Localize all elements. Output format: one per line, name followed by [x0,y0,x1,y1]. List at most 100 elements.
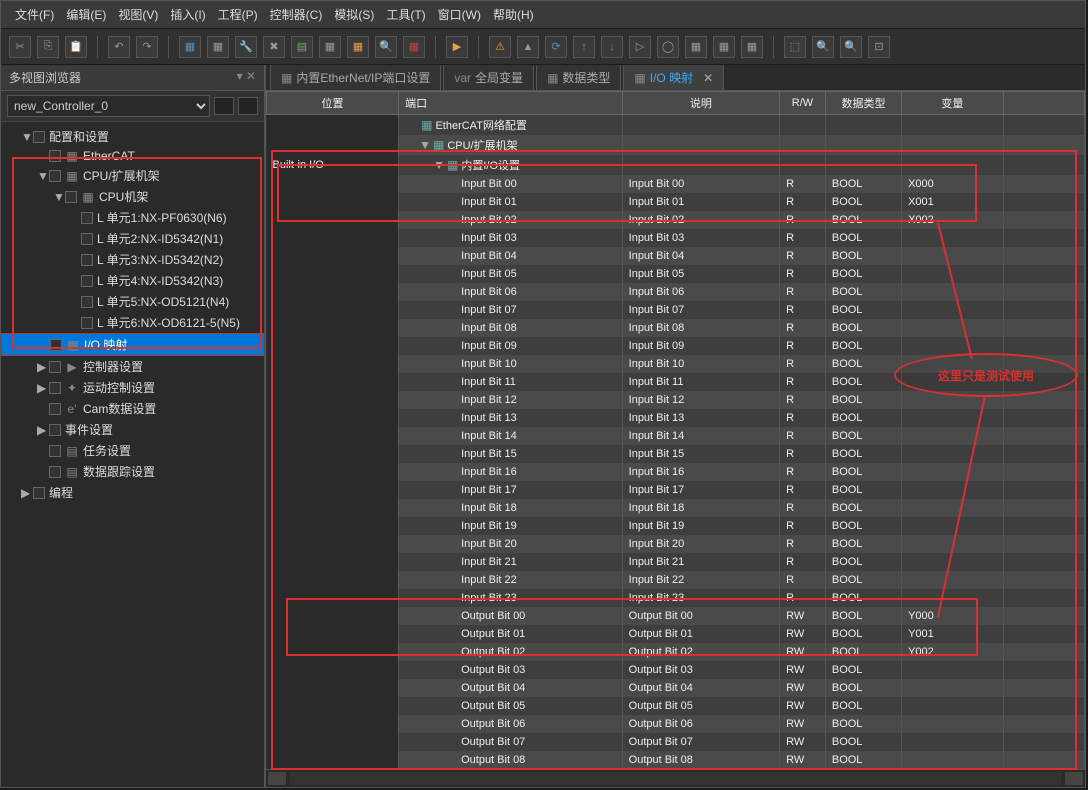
cell-var[interactable] [902,715,1004,733]
cell-port[interactable]: Output Bit 06 [399,715,623,733]
col-header-0[interactable]: 位置 [267,92,399,115]
cell-port[interactable]: Input Bit 08 [399,319,623,337]
tree-item-1[interactable]: ▦EtherCAT [1,147,264,165]
data-row-1[interactable]: Input Bit 01Input Bit 01RBOOLX001 [267,193,1085,211]
cell-port[interactable]: Input Bit 10 [399,355,623,373]
cell-port[interactable]: Output Bit 07 [399,733,623,751]
cut-icon[interactable]: ✂ [9,36,31,58]
data-row-24[interactable]: Output Bit 00Output Bit 00RWBOOLY000 [267,607,1085,625]
tool3-icon[interactable]: ✖ [263,36,285,58]
tool-icon[interactable]: ▦ [179,36,201,58]
menu-item-2[interactable]: 视图(V) [112,4,164,25]
cell-port[interactable]: Output Bit 01 [399,625,623,643]
scroll-right-btn[interactable] [1065,772,1083,785]
ctrl-icon-1[interactable] [214,97,234,115]
data-row-32[interactable]: Output Bit 08Output Bit 08RWBOOL [267,751,1085,769]
tree-item-2[interactable]: ▼▦CPU/扩展机架 [1,165,264,186]
tree-item-8[interactable]: L 单元5:NX-OD5121(N4) [1,291,264,312]
cell-port[interactable]: Output Bit 05 [399,697,623,715]
zoom-fit-icon[interactable]: ⊡ [868,36,890,58]
menu-item-4[interactable]: 工程(P) [212,4,264,25]
cell-var[interactable] [902,445,1004,463]
data-row-18[interactable]: Input Bit 18Input Bit 18RBOOL [267,499,1085,517]
panel-menu-icon[interactable]: ▾ ✕ [237,69,256,86]
cell-var[interactable] [902,265,1004,283]
tree-item-16[interactable]: ▤数据跟踪设置 [1,461,264,482]
tool7-icon[interactable]: ▦ [403,36,425,58]
cell-port[interactable]: Input Bit 09 [399,337,623,355]
cell-port[interactable]: Output Bit 03 [399,661,623,679]
cell-var[interactable] [902,661,1004,679]
cell-var[interactable] [902,355,1004,373]
cell-port[interactable]: Input Bit 18 [399,499,623,517]
ctrl-icon-2[interactable] [238,97,258,115]
data-row-25[interactable]: Output Bit 01Output Bit 01RWBOOLY001 [267,625,1085,643]
online-icon[interactable]: ▲ [517,36,539,58]
menu-item-3[interactable]: 插入(I) [164,4,211,25]
tree-item-9[interactable]: L 单元6:NX-OD6121-5(N5) [1,312,264,333]
tree-item-0[interactable]: ▼配置和设置 [1,126,264,147]
cell-var[interactable] [902,391,1004,409]
cell-var[interactable] [902,535,1004,553]
header-row-0[interactable]: ▦EtherCAT网络配置 [267,115,1085,136]
zoom-in-icon[interactable]: 🔍 [812,36,834,58]
scroll-left-btn[interactable] [268,772,286,785]
cell-var[interactable] [902,697,1004,715]
data-row-28[interactable]: Output Bit 04Output Bit 04RWBOOL [267,679,1085,697]
cell-port[interactable]: Input Bit 12 [399,391,623,409]
scroll-track[interactable] [290,772,1061,785]
cell-port[interactable]: Input Bit 07 [399,301,623,319]
data-row-23[interactable]: Input Bit 23Input Bit 23RBOOL [267,589,1085,607]
cell-var[interactable]: X001 [902,193,1004,211]
data-row-14[interactable]: Input Bit 14Input Bit 14RBOOL [267,427,1085,445]
cell-var[interactable] [902,319,1004,337]
cell-var[interactable] [902,499,1004,517]
binoculars-icon[interactable]: 🔍 [375,36,397,58]
tool4-icon[interactable]: ▤ [291,36,313,58]
data-row-20[interactable]: Input Bit 20Input Bit 20RBOOL [267,535,1085,553]
cell-var[interactable] [902,589,1004,607]
header-row-1[interactable]: ▼▦CPU/扩展机架 [267,135,1085,155]
menu-item-7[interactable]: 工具(T) [380,4,431,25]
cell-port[interactable]: Input Bit 03 [399,229,623,247]
cell-port[interactable]: Input Bit 00 [399,175,623,193]
cell-port[interactable]: Input Bit 19 [399,517,623,535]
col-header-1[interactable]: 端口 [399,92,623,115]
cell-port[interactable]: Input Bit 05 [399,265,623,283]
data-row-9[interactable]: Input Bit 09Input Bit 09RBOOL [267,337,1085,355]
tool11-icon[interactable]: ▦ [713,36,735,58]
tree-item-11[interactable]: ▶▶控制器设置 [1,356,264,377]
tree-item-14[interactable]: ▶事件设置 [1,419,264,440]
col-header-3[interactable]: R/W [780,92,826,115]
tool12-icon[interactable]: ▦ [741,36,763,58]
tab-1[interactable]: var全局变量 [443,65,534,90]
cell-port[interactable]: Input Bit 23 [399,589,623,607]
data-row-15[interactable]: Input Bit 15Input Bit 15RBOOL [267,445,1085,463]
tree-item-17[interactable]: ▶编程 [1,482,264,503]
tool5-icon[interactable]: ▦ [319,36,341,58]
cell-var[interactable] [902,517,1004,535]
col-header-4[interactable]: 数据类型 [825,92,901,115]
cell-port[interactable]: Input Bit 06 [399,283,623,301]
tab-close-icon[interactable]: ✕ [703,71,713,85]
data-row-3[interactable]: Input Bit 03Input Bit 03RBOOL [267,229,1085,247]
cell-port[interactable]: Output Bit 08 [399,751,623,769]
data-row-10[interactable]: Input Bit 10Input Bit 10RBOOL [267,355,1085,373]
data-row-31[interactable]: Output Bit 07Output Bit 07RWBOOL [267,733,1085,751]
data-row-8[interactable]: Input Bit 08Input Bit 08RBOOL [267,319,1085,337]
data-row-6[interactable]: Input Bit 06Input Bit 06RBOOL [267,283,1085,301]
cell-var[interactable]: Y000 [902,607,1004,625]
tool8-icon[interactable]: ▷ [629,36,651,58]
data-row-19[interactable]: Input Bit 19Input Bit 19RBOOL [267,517,1085,535]
tree-item-13[interactable]: e'Cam数据设置 [1,398,264,419]
data-row-30[interactable]: Output Bit 06Output Bit 06RWBOOL [267,715,1085,733]
horizontal-scrollbar[interactable] [266,769,1085,787]
tree-item-10[interactable]: ▦I/O 映射 [1,333,264,356]
tool6-icon[interactable]: ▦ [347,36,369,58]
cell-port[interactable]: Input Bit 13 [399,409,623,427]
upload-icon[interactable]: ↑ [573,36,595,58]
cell-var[interactable] [902,373,1004,391]
cell-port[interactable]: ▼▦CPU/扩展机架 [399,135,623,155]
cell-var[interactable]: Y002 [902,643,1004,661]
select-icon[interactable]: ⬚ [784,36,806,58]
